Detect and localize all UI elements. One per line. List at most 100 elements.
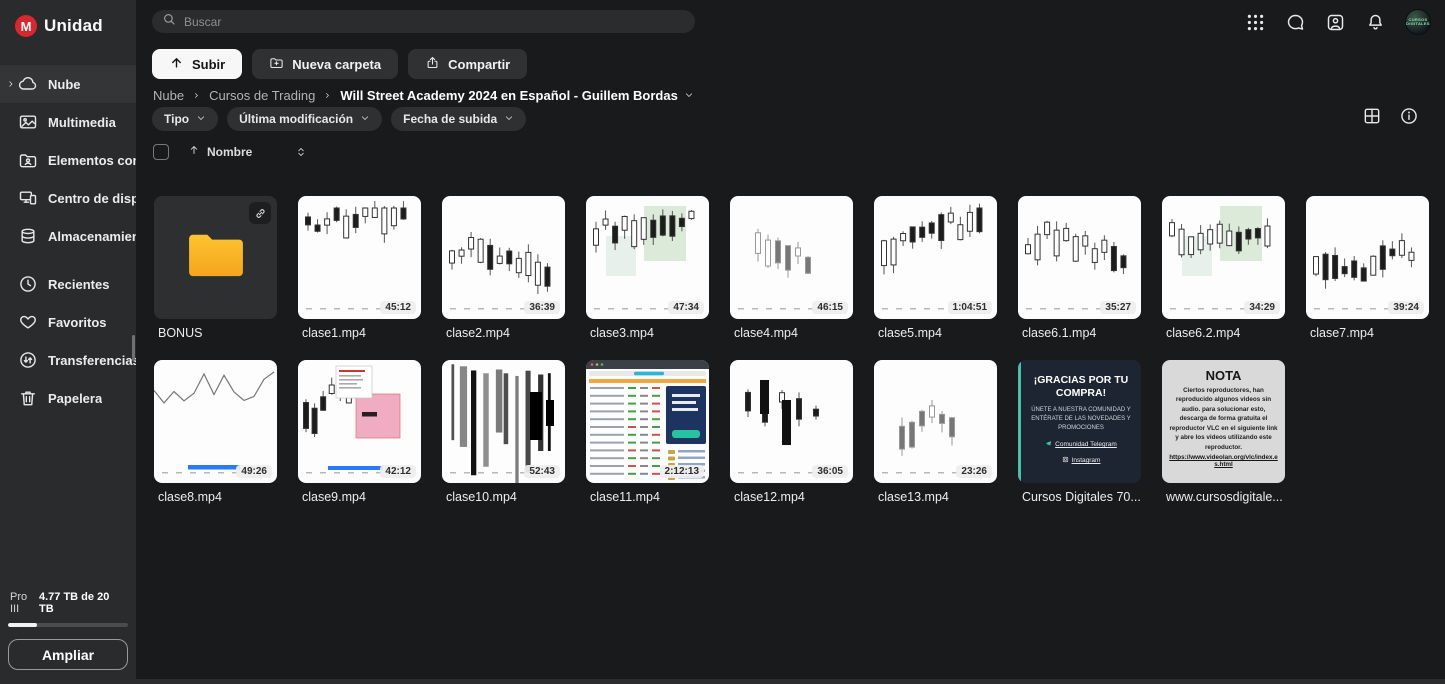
file-thumbnail: 23:26 — [874, 360, 997, 483]
storage-widget: Pro III 4.77 TB de 20 TB Ampliar — [0, 591, 136, 670]
duration-badge: 34:29 — [1244, 301, 1280, 314]
breadcrumb-current-label: Will Street Academy 2024 en Español - Gu… — [340, 88, 678, 103]
file-card-clase3-mp4[interactable]: 47:34 clase3.mp4 — [586, 196, 709, 340]
notifications-bell-icon[interactable] — [1365, 12, 1386, 33]
file-card-clase8-mp4[interactable]: 49:26 clase8.mp4 — [154, 360, 277, 504]
file-card-clase9-mp4[interactable]: 42:12 clase9.mp4 — [298, 360, 421, 504]
sort-ascending-icon — [188, 143, 200, 161]
grid-view-icon[interactable] — [1362, 106, 1382, 126]
new-folder-button[interactable]: Nueva carpeta — [252, 49, 398, 79]
storage-icon — [18, 226, 38, 246]
file-name: clase8.mp4 — [154, 490, 277, 504]
sidebar-item-almacenamiento[interactable]: Almacenamiento — [0, 217, 136, 255]
breadcrumb-current[interactable]: Will Street Academy 2024 en Español - Gu… — [340, 88, 694, 103]
name-column-header: Nombre — [207, 145, 252, 159]
file-name: clase9.mp4 — [298, 490, 421, 504]
duration-badge: 45:12 — [380, 301, 416, 314]
filter-fecha-de-subida[interactable]: Fecha de subida — [391, 107, 526, 131]
chevron-down-icon — [196, 112, 206, 126]
file-grid: BONUS 45:12 clase1.mp4 36:39 clase2.mp4 … — [154, 196, 1429, 504]
file-name: BONUS — [154, 326, 277, 340]
heart-icon — [18, 312, 38, 332]
sidebar-item-recientes[interactable]: Recientes — [0, 265, 136, 303]
sidebar-item-transferencias[interactable]: Transferencias — [0, 341, 136, 379]
storage-usage: 4.77 TB de 20 TB — [39, 591, 126, 615]
chevron-right-icon[interactable] — [4, 79, 17, 89]
chat-icon[interactable] — [1285, 12, 1306, 33]
search-bar[interactable] — [152, 10, 695, 33]
sidebar-item-papelera[interactable]: Papelera — [0, 379, 136, 417]
file-thumbnail: 52:43 — [442, 360, 565, 483]
file-thumbnail: 46:15 — [730, 196, 853, 319]
file-name: clase12.mp4 — [730, 490, 853, 504]
select-all-checkbox[interactable] — [153, 144, 169, 160]
file-name: clase6.2.mp4 — [1162, 326, 1285, 340]
file-name: clase2.mp4 — [442, 326, 565, 340]
avatar[interactable]: CURSOSDIGITALES — [1405, 9, 1431, 35]
sidebar-item-favoritos[interactable]: Favoritos — [0, 303, 136, 341]
file-card-bonus[interactable]: BONUS — [154, 196, 277, 340]
file-name: clase5.mp4 — [874, 326, 997, 340]
storage-progress — [8, 623, 128, 627]
shared-folder-icon — [18, 150, 38, 170]
mega-logo-icon: M — [15, 15, 37, 37]
sidebar-item-multimedia[interactable]: Multimedia — [0, 103, 136, 141]
file-card-clase13-mp4[interactable]: 23:26 clase13.mp4 — [874, 360, 997, 504]
file-card-clase2-mp4[interactable]: 36:39 clase2.mp4 — [442, 196, 565, 340]
apps-grid-icon[interactable] — [1245, 12, 1266, 33]
search-input[interactable] — [184, 15, 685, 29]
file-card-clase12-mp4[interactable]: 36:05 clase12.mp4 — [730, 360, 853, 504]
info-icon[interactable] — [1399, 106, 1419, 126]
file-name: clase10.mp4 — [442, 490, 565, 504]
file-thumbnail: 42:12 — [298, 360, 421, 483]
new-folder-icon — [269, 55, 284, 73]
file-card-clase11-mp4[interactable]: 2:12:13 clase11.mp4 — [586, 360, 709, 504]
clock-icon — [18, 274, 38, 294]
file-card-clase7-mp4[interactable]: 39:24 clase7.mp4 — [1306, 196, 1429, 340]
file-card-www-cursosdigitale[interactable]: NOTACiertos reproductores, han reproduci… — [1162, 360, 1285, 504]
breadcrumb: Nube Cursos de Trading Will Street Academy… — [153, 88, 694, 103]
new-folder-button-label: Nueva carpeta — [292, 57, 381, 72]
sidebar-item-nube[interactable]: Nube — [0, 65, 136, 103]
sort-toggle-icon[interactable] — [295, 145, 307, 159]
file-name: clase11.mp4 — [586, 490, 709, 504]
filter-tipo[interactable]: Tipo — [152, 107, 218, 131]
brand-logo[interactable]: M Unidad — [0, 0, 136, 37]
sidebar-item-centro-de-dispositivos[interactable]: Centro de dispositivos — [0, 179, 136, 217]
upgrade-button[interactable]: Ampliar — [8, 639, 128, 670]
file-thumbnail: 34:29 — [1162, 196, 1285, 319]
file-thumbnail: 1:04:51 — [874, 196, 997, 319]
file-card-clase6-1-mp4[interactable]: 35:27 clase6.1.mp4 — [1018, 196, 1141, 340]
sidebar-scrollbar[interactable] — [132, 335, 135, 361]
main-content: CURSOSDIGITALES Subir Nueva carpeta Comp… — [136, 0, 1445, 684]
toolbar: Subir Nueva carpeta Compartir — [152, 49, 527, 79]
file-thumbnail: 36:05 — [730, 360, 853, 483]
chevron-down-icon — [684, 88, 694, 103]
duration-badge: 47:34 — [668, 301, 704, 314]
contacts-icon[interactable] — [1325, 12, 1346, 33]
devices-icon — [18, 188, 38, 208]
storage-progress-fill — [8, 623, 37, 627]
window-edge — [0, 679, 1445, 684]
cloud-icon — [18, 74, 38, 94]
plan-label: Pro III — [10, 591, 39, 615]
file-card-clase4-mp4[interactable]: 46:15 clase4.mp4 — [730, 196, 853, 340]
file-card-clase5-mp4[interactable]: 1:04:51 clase5.mp4 — [874, 196, 997, 340]
file-card-cursos-digitales-70[interactable]: ¡GRACIAS POR TU COMPRA!ÚNETE A NUESTRA C… — [1018, 360, 1141, 504]
breadcrumb-item-nube[interactable]: Nube — [153, 88, 184, 103]
sort-by-name[interactable]: Nombre — [188, 143, 252, 161]
file-card-clase1-mp4[interactable]: 45:12 clase1.mp4 — [298, 196, 421, 340]
breadcrumb-item-cursos-de-trading[interactable]: Cursos de Trading — [209, 88, 315, 103]
file-name: clase3.mp4 — [586, 326, 709, 340]
sidebar-item-elementos-compartidos[interactable]: Elementos compartidos — [0, 141, 136, 179]
share-button[interactable]: Compartir — [408, 49, 527, 79]
file-name: www.cursosdigitale... — [1162, 490, 1285, 504]
filter-bar: Tipo Última modificación Fecha de subida — [152, 107, 526, 131]
file-name: Cursos Digitales 70... — [1018, 490, 1141, 504]
share-button-label: Compartir — [448, 57, 510, 72]
file-name: clase6.1.mp4 — [1018, 326, 1141, 340]
file-card-clase10-mp4[interactable]: 52:43 clase10.mp4 — [442, 360, 565, 504]
file-card-clase6-2-mp4[interactable]: 34:29 clase6.2.mp4 — [1162, 196, 1285, 340]
upload-button[interactable]: Subir — [152, 49, 242, 79]
filter-ltima-modificaci-n[interactable]: Última modificación — [227, 107, 382, 131]
